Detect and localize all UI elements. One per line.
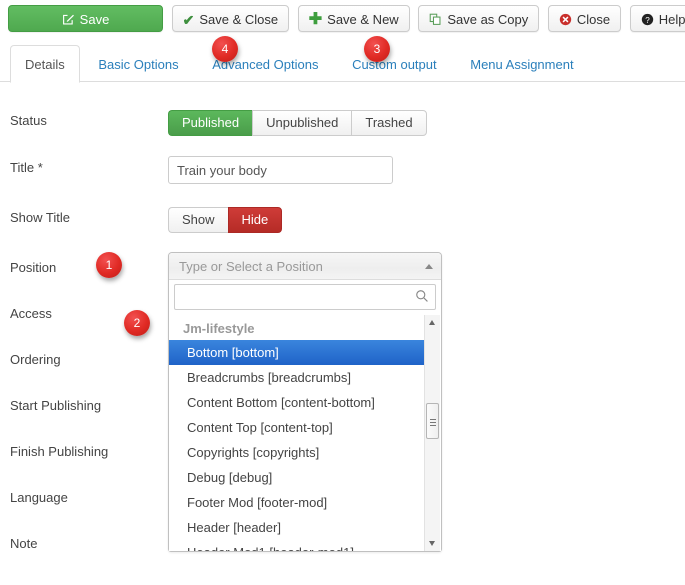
status-published-button[interactable]: Published (168, 110, 253, 136)
help-button[interactable]: ? Help (629, 5, 685, 32)
option-content-top[interactable]: Content Top [content-top] (169, 415, 424, 440)
title-label: Title * (10, 160, 43, 175)
option-breadcrumbs[interactable]: Breadcrumbs [breadcrumbs] (169, 365, 424, 390)
callout-badge-4: 4 (212, 36, 238, 62)
close-button[interactable]: Close (547, 5, 622, 32)
save-and-new-label: Save & New (327, 12, 399, 28)
save-and-new-button[interactable]: ✚ Save & New (297, 5, 410, 32)
title-input-wrap (168, 156, 393, 184)
help-circle-icon: ? (641, 13, 654, 26)
show-title-show-button[interactable]: Show (168, 207, 228, 233)
callout-badge-1: 1 (96, 252, 122, 278)
options-scrollbar[interactable] (424, 315, 440, 551)
position-placeholder: Type or Select a Position (179, 259, 323, 274)
ordering-label: Ordering (10, 352, 61, 367)
svg-text:?: ? (645, 16, 650, 25)
status-unpublished-button[interactable]: Unpublished (252, 110, 352, 136)
option-copyrights[interactable]: Copyrights [copyrights] (169, 440, 424, 465)
scroll-down-arrow-icon[interactable] (425, 536, 440, 551)
show-title-hide-button[interactable]: Hide (227, 207, 283, 233)
save-and-close-button[interactable]: ✔ Save & Close (171, 5, 290, 32)
access-label: Access (10, 306, 52, 321)
save-button-label: Save (79, 12, 110, 28)
tab-bar: Details Basic Options Advanced Options C… (0, 44, 685, 83)
callout-badge-3: 3 (364, 36, 390, 62)
position-select-toggle[interactable]: Type or Select a Position (169, 253, 441, 280)
help-button-label: Help (658, 12, 685, 28)
position-search-input[interactable] (174, 284, 436, 310)
close-button-label: Close (576, 12, 611, 28)
position-search-wrap (169, 280, 441, 315)
tab-menu-assignment[interactable]: Menu Assignment (455, 45, 588, 83)
option-group-label: Jm-lifestyle (183, 321, 255, 336)
note-label: Note (10, 536, 38, 551)
close-circle-icon (559, 13, 572, 26)
option-header[interactable]: Header [header] (169, 515, 424, 540)
tab-details[interactable]: Details (10, 45, 80, 83)
title-input[interactable] (168, 156, 393, 184)
copy-icon (429, 13, 442, 26)
scroll-up-arrow-icon[interactable] (425, 315, 440, 330)
save-as-copy-label: Save as Copy (447, 12, 529, 28)
show-title-button-group: Show Hide (168, 207, 283, 233)
save-button[interactable]: Save (8, 5, 163, 32)
save-as-copy-button[interactable]: Save as Copy (418, 5, 540, 32)
option-content-bottom[interactable]: Content Bottom [content-bottom] (169, 390, 424, 415)
status-label: Status (10, 113, 47, 128)
position-select[interactable]: Type or Select a Position Jm-lifestyle B… (168, 252, 442, 552)
status-button-group: Published Unpublished Trashed (168, 110, 427, 136)
scrollbar-thumb[interactable] (426, 403, 439, 439)
start-publishing-label: Start Publishing (10, 398, 102, 413)
option-footer-mod[interactable]: Footer Mod [footer-mod] (169, 490, 424, 515)
save-and-close-label: Save & Close (199, 12, 279, 28)
plus-icon: ✚ (308, 10, 323, 28)
toolbar: Save ✔ Save & Close ✚ Save & New Save as C… (0, 0, 685, 38)
language-label: Language (10, 490, 68, 505)
option-debug[interactable]: Debug [debug] (169, 465, 424, 490)
save-pencil-icon (62, 13, 75, 26)
callout-badge-2: 2 (124, 310, 150, 336)
option-header-mod1[interactable]: Header Mod1 [header-mod1] (169, 540, 424, 551)
show-title-label: Show Title (10, 210, 70, 225)
tab-basic-options[interactable]: Basic Options (83, 45, 193, 83)
tab-custom-output[interactable]: Custom output (337, 45, 452, 83)
finish-publishing-label: Finish Publishing (10, 444, 109, 459)
check-icon: ✔ (182, 11, 195, 28)
position-label: Position (10, 260, 57, 275)
position-options-list[interactable]: Jm-lifestyle Bottom [bottom] Breadcrumbs… (169, 315, 441, 551)
chevron-up-icon (425, 264, 433, 269)
option-bottom[interactable]: Bottom [bottom] (169, 340, 424, 365)
status-trashed-button[interactable]: Trashed (351, 110, 427, 136)
